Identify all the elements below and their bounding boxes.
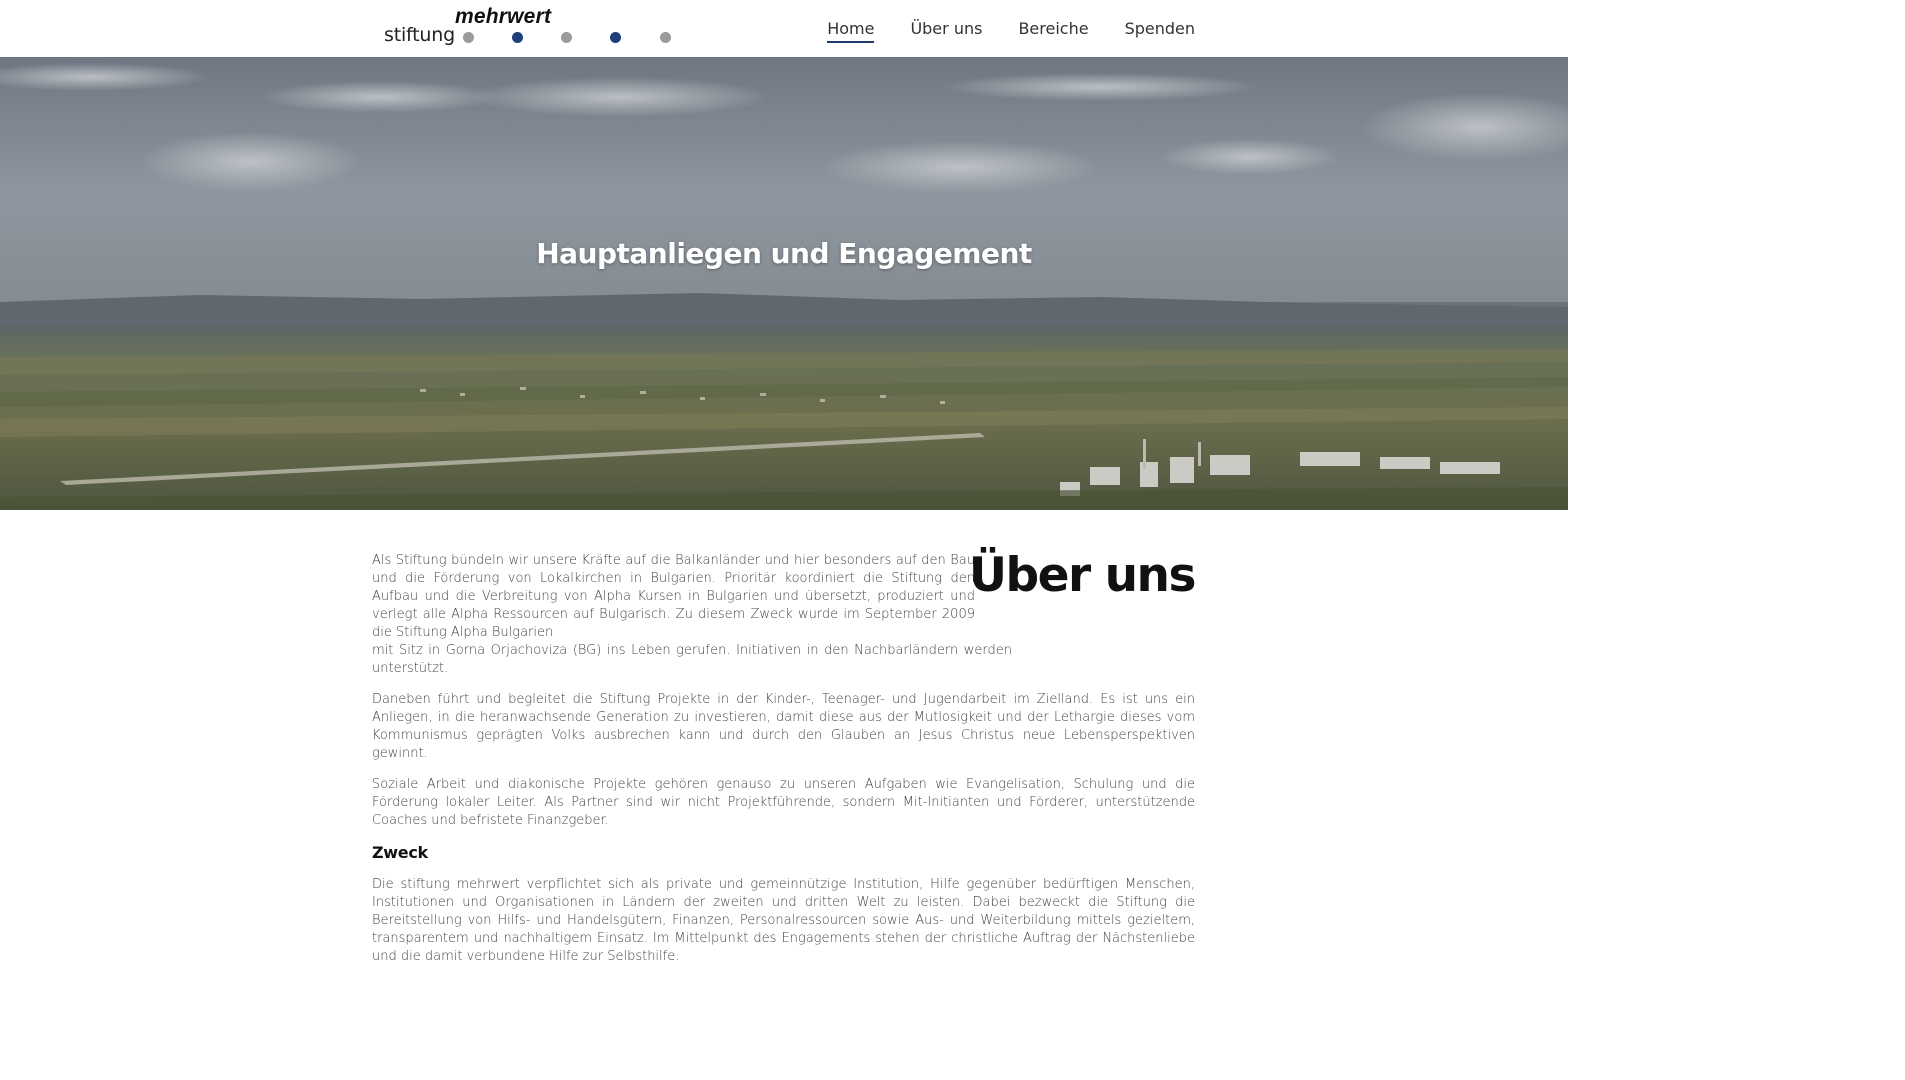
- nav-item-bereiche[interactable]: Bereiche: [1018, 13, 1088, 44]
- logo-dot: [610, 32, 621, 43]
- logo-dot: [512, 32, 523, 43]
- logo-dot: [660, 32, 671, 43]
- nav-item-home[interactable]: Home: [827, 13, 875, 44]
- about-paragraph-text: mit Sitz in Gorna Orjachoviza (BG) ins L…: [372, 643, 1012, 676]
- about-paragraph: Als Stiftung bündeln wir unsere Kräfte a…: [372, 552, 1012, 678]
- zweck-heading: Zweck: [372, 843, 428, 862]
- hero-title: Hauptanliegen und Engagement: [536, 237, 1032, 270]
- site-header: stiftung mehrwert Home Über uns Bereiche…: [0, 0, 1568, 57]
- nav-item-ueber-uns[interactable]: Über uns: [910, 13, 982, 44]
- hero-banner: Hauptanliegen und Engagement: [0, 57, 1568, 510]
- main-content: Über uns Als Stiftung bündeln wir unsere…: [372, 540, 1197, 979]
- nav-item-spenden[interactable]: Spenden: [1125, 13, 1195, 44]
- main-nav: Home Über uns Bereiche Spenden: [827, 0, 1195, 57]
- zweck-paragraph: Die stiftung mehrwert verpflichtet sich …: [372, 877, 1195, 964]
- logo-word-stiftung: stiftung: [384, 24, 455, 46]
- about-paragraph: Soziale Arbeit und diakonische Projekte …: [372, 777, 1195, 828]
- logo-dots: [463, 32, 683, 44]
- logo[interactable]: stiftung mehrwert: [384, 5, 684, 52]
- about-heading: Über uns: [968, 548, 1197, 603]
- hero-landscape-image: [0, 57, 1568, 510]
- logo-word-mehrwert: mehrwert: [455, 5, 552, 28]
- logo-dot: [463, 32, 474, 43]
- logo-dot: [561, 32, 572, 43]
- about-paragraph-text: Als Stiftung bündeln wir unsere Kräfte a…: [372, 553, 975, 640]
- about-paragraph: Daneben führt und begleitet die Stiftung…: [372, 692, 1195, 761]
